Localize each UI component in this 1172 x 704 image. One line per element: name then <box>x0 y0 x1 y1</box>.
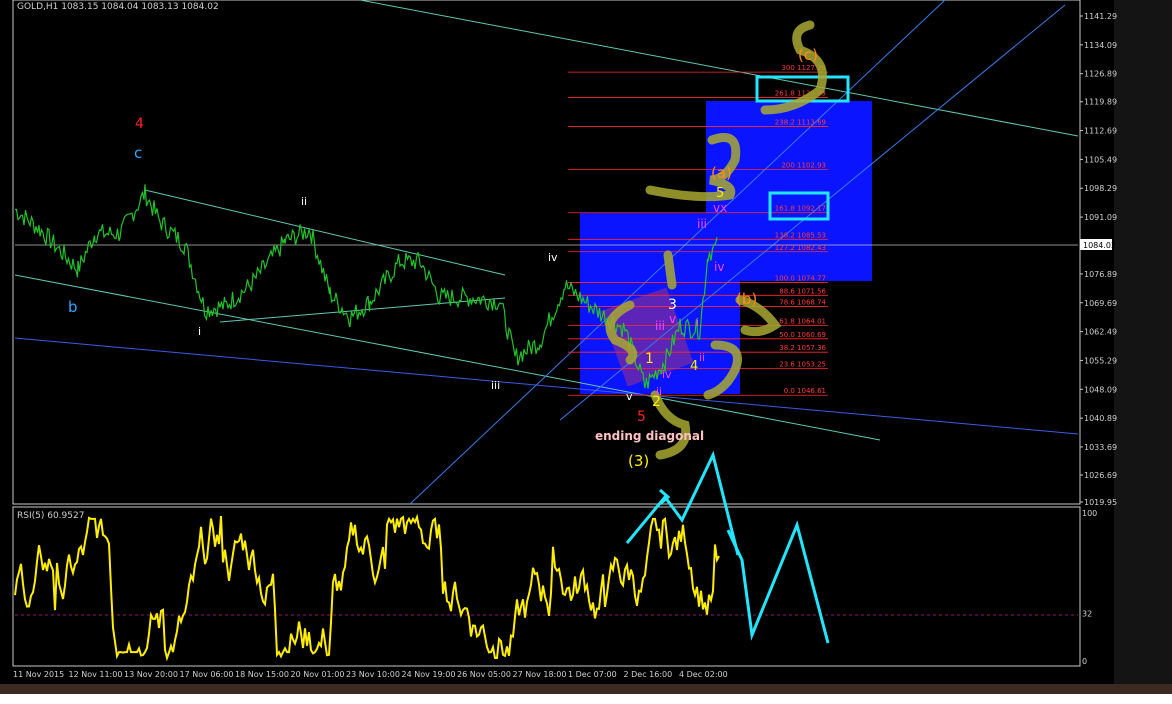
current-price-label: 1084.02 <box>1083 241 1116 250</box>
rsi-tick-label: 32 <box>1082 610 1092 619</box>
time-tick-label: 26 Nov 05:00 <box>457 670 511 679</box>
rsi-header: RSI(5) 60.9527 <box>17 511 84 521</box>
fib-label: 23.6 1053.25 <box>779 361 826 369</box>
price-tick-label: 1091.09 <box>1084 213 1117 222</box>
pattern-label: ending diagonal <box>595 429 704 443</box>
price-tick-label: 1119.89 <box>1084 98 1117 107</box>
price-tick-label: 1040.89 <box>1084 414 1117 423</box>
wave-label: iv <box>548 251 558 264</box>
fib-label: 61.8 1064.01 <box>779 318 826 326</box>
wave-label: iii <box>697 217 707 231</box>
price-tick-label: 1112.69 <box>1084 127 1117 136</box>
time-tick-label: 2 Dec 16:00 <box>624 670 673 679</box>
wave-label: 5 <box>637 409 646 425</box>
wave-label: (c) <box>798 46 818 64</box>
time-tick-label: 1 Dec 07:00 <box>568 670 617 679</box>
wave-label: b <box>68 298 78 316</box>
rsi-panel-border <box>12 506 1081 667</box>
wave-label: 4 <box>135 116 144 132</box>
price-tick-label: 1105.49 <box>1084 155 1117 164</box>
rsi-series <box>14 513 720 662</box>
price-tick-label: 1019.95 <box>1084 498 1117 507</box>
wave-label: ii <box>699 351 705 364</box>
wave-label: iii <box>491 379 500 392</box>
fib-label: 100.0 1074.77 <box>775 274 826 282</box>
time-tick-label: 4 Dec 02:00 <box>679 670 728 679</box>
wave-label: vx <box>713 201 727 215</box>
time-tick-label: 27 Nov 18:00 <box>513 670 567 679</box>
wave-label: iv <box>662 368 672 381</box>
price-tick-label: 1062.49 <box>1084 328 1117 337</box>
fib-label: 38.2 1057.36 <box>779 344 826 352</box>
fib-label: 138.2 1085.53 <box>775 231 826 239</box>
wave-label: i <box>198 325 201 338</box>
wave-label: ii <box>301 195 307 208</box>
price-tick-label: 1026.69 <box>1084 471 1117 480</box>
wave-label: (3) <box>628 452 649 470</box>
price-tick-label: 1076.89 <box>1084 270 1117 279</box>
main-panel-border <box>12 0 1081 505</box>
chart-window: 300 1127.28 261.8 1120.93 238.2 1113.69 200… <box>0 0 1172 704</box>
time-tick-label: 20 Nov 01:00 <box>291 670 345 679</box>
price-tick-label: 1033.69 <box>1084 443 1117 452</box>
wave-label: iv <box>714 260 724 274</box>
fib-label: 161.8 1092.17 <box>775 205 826 213</box>
wave-label: 1 <box>645 351 654 367</box>
wave-label: v <box>626 390 633 403</box>
wave-label: 3 <box>668 297 677 313</box>
wave-label: c <box>134 144 142 162</box>
arrow-path-2 <box>726 520 830 644</box>
wave-label: iii <box>655 319 665 333</box>
time-tick-label: 17 Nov 06:00 <box>180 670 234 679</box>
wave-label: ii <box>656 385 662 398</box>
wave-label: 5 <box>716 186 724 201</box>
time-tick-label: 13 Nov 20:00 <box>124 670 178 679</box>
wave-label: (a) <box>711 164 732 182</box>
wave-label: 4 <box>690 359 698 374</box>
price-chart[interactable]: 300 1127.28261.8 1120.93238.2 1113.69200… <box>0 0 1172 704</box>
fib-label: 200 1102.93 <box>781 162 826 170</box>
arrow-path-1 <box>625 450 740 556</box>
fib-label: 88.6 1071.56 <box>779 287 826 295</box>
fib-label: 127.2 1082.43 <box>775 244 826 252</box>
fib-label: 238.2 1113.69 <box>775 119 826 127</box>
chart-header: GOLD,H1 1083.15 1084.04 1083.13 1084.02 <box>17 2 219 12</box>
time-tick-label: 12 Nov 11:00 <box>69 670 123 679</box>
time-axis: 11 Nov 2015 12 Nov 11:00 13 Nov 20:00 17 No… <box>13 670 728 679</box>
time-tick-label: 18 Nov 15:00 <box>235 670 289 679</box>
channel-upper-left <box>144 189 506 276</box>
time-tick-label: 11 Nov 2015 <box>13 670 64 679</box>
fib-label: 50.0 1060.69 <box>779 331 826 339</box>
wave-label: v <box>669 312 676 326</box>
price-tick-label: 1126.89 <box>1084 70 1117 79</box>
scribble-1 <box>663 250 677 290</box>
fib-label: 78.6 1068.74 <box>779 299 826 307</box>
time-tick-label: 24 Nov 19:00 <box>402 670 456 679</box>
rsi-tick-label: 100 <box>1082 509 1097 518</box>
price-tick-label: 1134.09 <box>1084 41 1117 50</box>
price-tick-label: 1055.29 <box>1084 356 1117 365</box>
wave-label: (b) <box>736 290 757 308</box>
rsi-tick-label: 0 <box>1082 657 1087 666</box>
price-tick-label: 1141.29 <box>1084 12 1117 21</box>
time-tick-label: 23 Nov 10:00 <box>346 670 400 679</box>
fib-label: 0.0 1046.61 <box>784 387 826 395</box>
price-tick-label: 1069.69 <box>1084 299 1117 308</box>
price-tick-label: 1098.29 <box>1084 184 1117 193</box>
price-axis: 1141.29 1134.09 1126.89 1119.89 1112.69 1105.… <box>1080 12 1117 666</box>
wave-label: i <box>696 316 699 329</box>
price-tick-label: 1048.09 <box>1084 385 1117 394</box>
blue-support-line <box>14 337 1079 435</box>
